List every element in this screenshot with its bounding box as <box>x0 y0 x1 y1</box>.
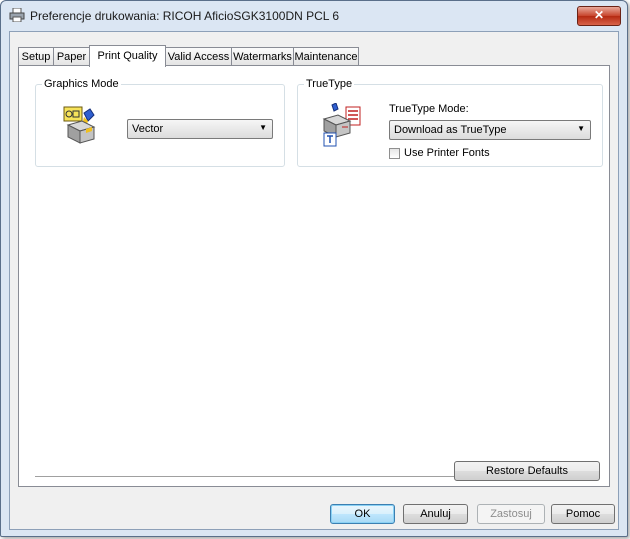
print-quality-panel: Graphics Mode Vector ▼ TrueType TrueType… <box>18 65 610 487</box>
title-bar: Preferencje drukowania: RICOH AficioSGK3… <box>1 1 627 29</box>
truetype-icon <box>322 103 361 147</box>
truetype-mode-value: Download as TrueType <box>394 124 507 136</box>
use-printer-fonts-label: Use Printer Fonts <box>404 147 490 159</box>
restore-defaults-button[interactable]: Restore Defaults <box>454 461 600 481</box>
graphics-mode-icon <box>63 106 96 144</box>
tab-setup[interactable]: Setup <box>18 47 54 65</box>
print-preferences-window: Preferencje drukowania: RICOH AficioSGK3… <box>0 0 628 537</box>
help-button[interactable]: Pomoc <box>551 504 615 524</box>
chevron-down-icon: ▼ <box>577 124 585 133</box>
tab-valid-access[interactable]: Valid Access <box>165 47 232 65</box>
window-title: Preferencje drukowania: RICOH AficioSGK3… <box>30 9 340 23</box>
graphics-mode-label: Graphics Mode <box>42 78 121 90</box>
ok-button[interactable]: OK <box>330 504 395 524</box>
dialog-client-area: Setup Paper Print Quality Valid Access W… <box>9 31 619 530</box>
cancel-button[interactable]: Anuluj <box>403 504 468 524</box>
truetype-group: TrueType TrueType Mode: Download as True… <box>297 78 603 167</box>
graphics-mode-value: Vector <box>132 123 164 135</box>
close-button[interactable]: ✕ <box>577 6 621 26</box>
truetype-mode-label: TrueType Mode: <box>389 103 469 115</box>
apply-button[interactable]: Zastosuj <box>477 504 545 524</box>
use-printer-fonts-checkbox[interactable] <box>389 148 400 159</box>
graphics-mode-group: Graphics Mode Vector ▼ <box>35 78 285 167</box>
tab-maintenance[interactable]: Maintenance <box>293 47 359 65</box>
graphics-mode-select[interactable]: Vector ▼ <box>127 119 273 139</box>
tab-paper[interactable]: Paper <box>53 47 90 65</box>
tab-print-quality[interactable]: Print Quality <box>89 45 166 67</box>
truetype-label: TrueType <box>304 78 355 90</box>
chevron-down-icon: ▼ <box>259 123 267 132</box>
truetype-mode-select[interactable]: Download as TrueType ▼ <box>389 120 591 140</box>
tab-watermarks[interactable]: Watermarks <box>231 47 294 65</box>
printer-icon <box>9 8 25 22</box>
